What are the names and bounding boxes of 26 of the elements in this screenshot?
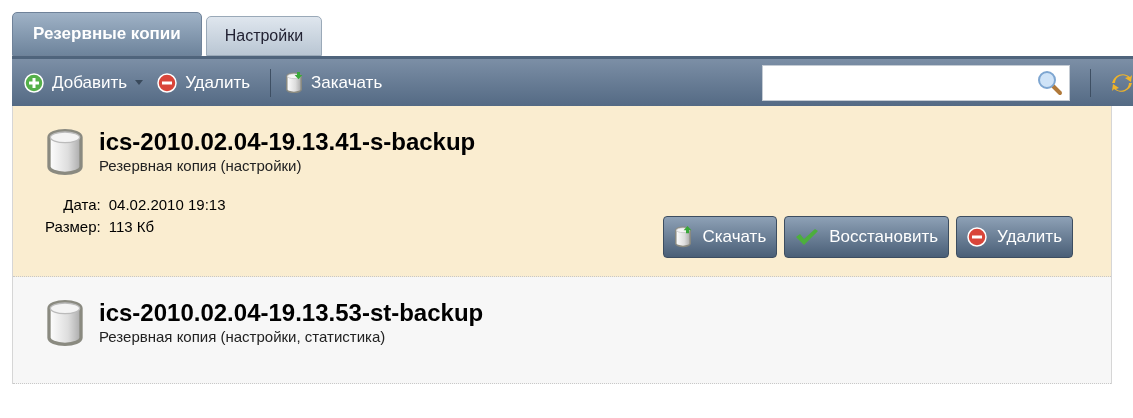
toolbar-button[interactable]: Добавить	[24, 69, 150, 96]
detail-value: 113 Кб	[108, 217, 156, 237]
add-icon	[24, 72, 44, 93]
action-button[interactable]: Восстановить	[784, 216, 950, 258]
remove-icon	[967, 227, 988, 247]
toolbar-button[interactable]: Закачать	[285, 69, 389, 96]
backup-item[interactable]: ics-2010.02.04-19.13.41-s-backup Резервная копия (настройки) Дата: 04.02.2010 19:13 Размер: 113 Кб Скачать Восстановить Удалить	[13, 106, 1111, 277]
backup-description: Резервная копия (настройки)	[99, 156, 303, 176]
disk-arrow-icon	[674, 226, 693, 248]
detail-label: Размер:	[45, 217, 101, 237]
remove-icon	[157, 72, 178, 93]
action-button[interactable]: Удалить	[956, 216, 1073, 258]
toolbar-button[interactable]: Удалить	[157, 69, 257, 96]
disk-arrow-icon	[285, 71, 304, 94]
tab[interactable]: Настройки	[205, 16, 323, 56]
action-button[interactable]: Скачать	[663, 216, 778, 258]
backup-description: Резервная копия (настройки, статистика)	[99, 327, 387, 347]
search-icon	[1037, 69, 1063, 96]
checkmark-icon	[795, 228, 820, 246]
backup-name: ics-2010.02.04-19.13.53-st-backup	[99, 299, 484, 327]
tab[interactable]: Резервные копии	[12, 12, 202, 56]
detail-label: Дата:	[62, 195, 101, 215]
search-field[interactable]	[762, 64, 1070, 101]
detail-value: 04.02.2010 19:13	[108, 195, 226, 215]
backup-name: ics-2010.02.04-19.13.41-s-backup	[99, 128, 476, 156]
backup-item[interactable]: ics-2010.02.04-19.13.53-st-backup Резервная копия (настройки, статистика)	[13, 277, 1111, 384]
